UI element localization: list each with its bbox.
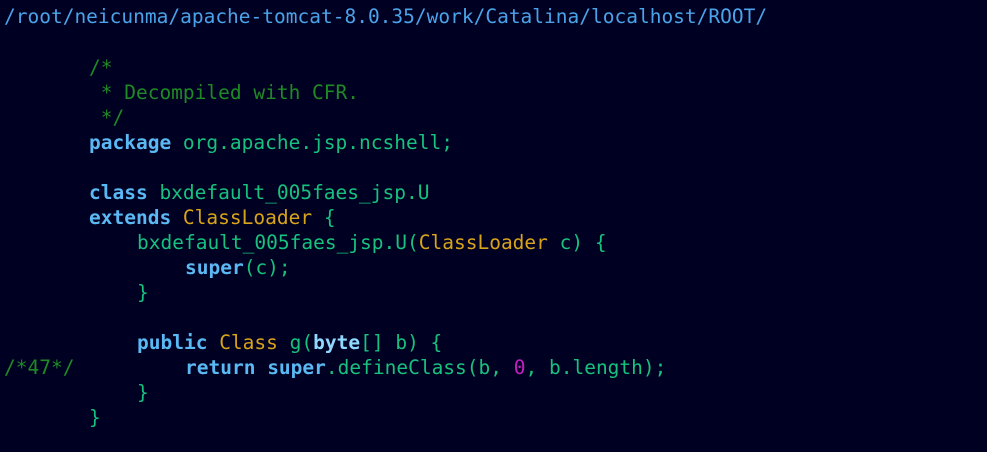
- keyword-public: public: [137, 331, 208, 354]
- extends-clause: extends ClassLoader {: [89, 205, 336, 230]
- keyword-byte: byte: [313, 331, 361, 354]
- constructor-param-rest: c) {: [547, 231, 607, 254]
- return-type: Class: [207, 331, 278, 354]
- class-declaration: class bxdefault_005faes_jsp.U: [89, 180, 429, 205]
- constructor-signature: bxdefault_005faes_jsp.U(ClassLoader c) {: [137, 230, 607, 255]
- number-literal: 0: [513, 356, 526, 379]
- keyword-package: package: [89, 131, 172, 154]
- return-statement: return super.defineClass(b, 0, b.length)…: [185, 355, 666, 380]
- package-name: org.apache.jsp.ncshell;: [171, 131, 453, 154]
- open-brace: {: [312, 206, 336, 229]
- define-class-rest: , b.length);: [525, 356, 667, 379]
- method-params: [] b) {: [360, 331, 443, 354]
- constructor-param-type: ClassLoader: [418, 231, 548, 254]
- keyword-super-2: super: [255, 356, 326, 379]
- keyword-class: class: [89, 181, 148, 204]
- comment-close: */: [89, 106, 125, 129]
- class-name: bxdefault_005faes_jsp.U: [147, 181, 430, 204]
- file-path-header: /root/neicunma/apache-tomcat-8.0.35/work…: [4, 5, 768, 28]
- line-number-marker: /*47*/: [4, 356, 75, 379]
- keyword-super: super: [185, 256, 244, 279]
- super-call-args: (c);: [243, 256, 291, 279]
- terminal-window[interactable]: /root/neicunma/apache-tomcat-8.0.35/work…: [0, 0, 987, 452]
- class-close-brace: }: [89, 406, 101, 429]
- extends-type: ClassLoader: [171, 206, 313, 229]
- method-name: g(: [277, 331, 314, 354]
- comment-open: /*: [89, 56, 113, 79]
- constructor-close-brace: }: [137, 281, 149, 304]
- method-signature: public Class g(byte[] b) {: [137, 330, 442, 355]
- constructor-name: bxdefault_005faes_jsp.U(: [137, 231, 419, 254]
- package-declaration: package org.apache.jsp.ncshell;: [89, 130, 453, 155]
- define-class-call: .defineClass(b,: [325, 356, 514, 379]
- super-call: super(c);: [185, 255, 291, 280]
- method-close-brace: }: [137, 381, 149, 404]
- keyword-extends: extends: [89, 206, 172, 229]
- keyword-return: return: [185, 356, 256, 379]
- comment-body: * Decompiled with CFR.: [89, 81, 360, 104]
